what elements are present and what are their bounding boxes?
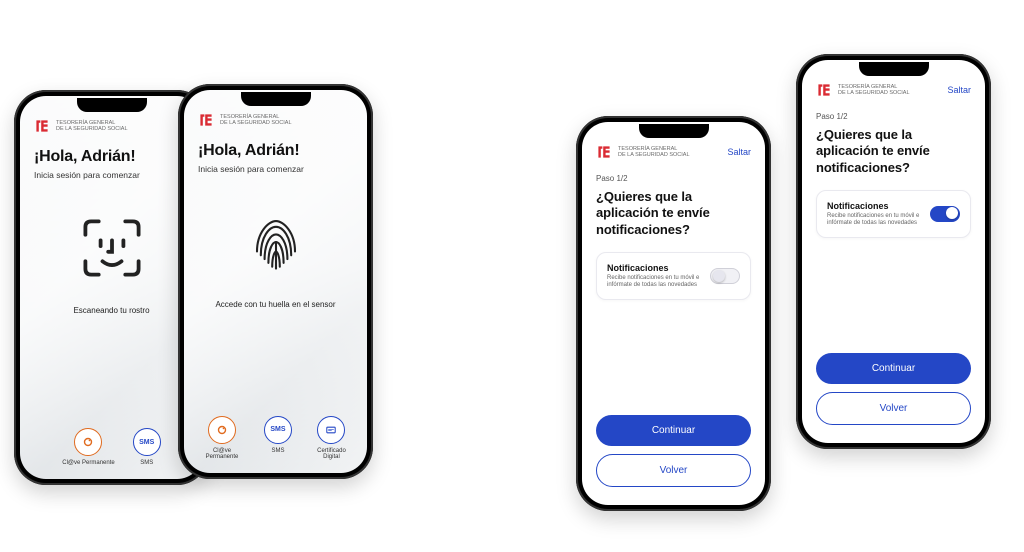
- greeting-title: ¡Hola, Adrián!: [198, 142, 353, 160]
- device-notch: [859, 62, 929, 76]
- back-button[interactable]: Volver: [596, 454, 751, 487]
- device-notch: [639, 124, 709, 138]
- brand: TESORERÍA GENERAL DE LA SEGURIDAD SOCIAL: [816, 82, 910, 98]
- screen-login-fingerprint: TESORERÍA GENERAL DE LA SEGURIDAD SOCIAL…: [184, 90, 367, 473]
- brand-line2: DE LA SEGURIDAD SOCIAL: [220, 120, 292, 126]
- clave-icon: [74, 428, 102, 456]
- card-desc: Recibe notificaciones en tu móvil e infó…: [607, 275, 702, 289]
- device-notifications-on: TESORERÍA GENERAL DE LA SEGURIDAD SOCIAL…: [796, 54, 991, 449]
- brand-line2: DE LA SEGURIDAD SOCIAL: [838, 90, 910, 96]
- card-desc: Recibe notificaciones en tu móvil e infó…: [827, 213, 922, 227]
- method-sms[interactable]: SMS SMS: [264, 416, 292, 461]
- auth-methods: Cl@ve Permanente SMS SMS Certificado Dig…: [198, 416, 353, 463]
- greeting-subtitle: Inicia sesión para comenzar: [34, 170, 189, 180]
- brand-line2: DE LA SEGURIDAD SOCIAL: [618, 152, 690, 158]
- notifications-heading: ¿Quieres que la aplicación te envíe noti…: [816, 127, 971, 176]
- device-notch: [241, 92, 311, 106]
- brand-logo-icon: [198, 112, 214, 128]
- fingerprint-caption: Accede con tu huella en el sensor: [215, 300, 335, 309]
- device-notifications-off: TESORERÍA GENERAL DE LA SEGURIDAD SOCIAL…: [576, 116, 771, 511]
- auth-methods: Cl@ve Permanente SMS SMS: [34, 428, 189, 469]
- notifications-card: Notificaciones Recibe notificaciones en …: [816, 190, 971, 238]
- brand: TESORERÍA GENERAL DE LA SEGURIDAD SOCIAL: [34, 118, 189, 134]
- cert-icon: [317, 416, 345, 444]
- brand-logo-icon: [596, 144, 612, 160]
- brand-line2: DE LA SEGURIDAD SOCIAL: [56, 126, 128, 132]
- method-clave[interactable]: Cl@ve Permanente: [62, 428, 114, 467]
- method-cert-label: Certificado Digital: [310, 448, 353, 461]
- screen-notifications-off: TESORERÍA GENERAL DE LA SEGURIDAD SOCIAL…: [582, 122, 765, 505]
- notifications-toggle[interactable]: [930, 206, 960, 222]
- step-label: Paso 1/2: [596, 174, 751, 183]
- faceid-icon: [74, 210, 150, 286]
- method-sms-label: SMS: [140, 460, 153, 467]
- card-title: Notificaciones: [607, 263, 702, 273]
- notifications-toggle[interactable]: [710, 268, 740, 284]
- skip-link[interactable]: Saltar: [727, 147, 751, 157]
- screen-notifications-on: TESORERÍA GENERAL DE LA SEGURIDAD SOCIAL…: [802, 60, 985, 443]
- fingerprint-icon: [238, 204, 314, 280]
- brand-logo-icon: [34, 118, 50, 134]
- method-cert[interactable]: Certificado Digital: [310, 416, 353, 461]
- brand-logo-icon: [816, 82, 832, 98]
- device-login-fingerprint: TESORERÍA GENERAL DE LA SEGURIDAD SOCIAL…: [178, 84, 373, 479]
- step-label: Paso 1/2: [816, 112, 971, 121]
- brand: TESORERÍA GENERAL DE LA SEGURIDAD SOCIAL: [596, 144, 690, 160]
- card-title: Notificaciones: [827, 201, 922, 211]
- greeting-title: ¡Hola, Adrián!: [34, 148, 189, 166]
- method-sms-label: SMS: [271, 448, 284, 455]
- method-clave-label: Cl@ve Permanente: [62, 460, 114, 467]
- sms-icon: SMS: [133, 428, 161, 456]
- notifications-heading: ¿Quieres que la aplicación te envíe noti…: [596, 189, 751, 238]
- method-clave[interactable]: Cl@ve Permanente: [198, 416, 246, 461]
- method-clave-label: Cl@ve Permanente: [198, 448, 246, 461]
- device-notch: [77, 98, 147, 112]
- greeting-subtitle: Inicia sesión para comenzar: [198, 164, 353, 174]
- skip-link[interactable]: Saltar: [947, 85, 971, 95]
- notifications-card: Notificaciones Recibe notificaciones en …: [596, 252, 751, 300]
- brand: TESORERÍA GENERAL DE LA SEGURIDAD SOCIAL: [198, 112, 353, 128]
- faceid-caption: Escaneando tu rostro: [73, 306, 149, 315]
- continue-button[interactable]: Continuar: [596, 415, 751, 446]
- sms-icon: SMS: [264, 416, 292, 444]
- method-sms[interactable]: SMS SMS: [133, 428, 161, 467]
- clave-icon: [208, 416, 236, 444]
- screen-login-faceid: TESORERÍA GENERAL DE LA SEGURIDAD SOCIAL…: [20, 96, 203, 479]
- continue-button[interactable]: Continuar: [816, 353, 971, 384]
- back-button[interactable]: Volver: [816, 392, 971, 425]
